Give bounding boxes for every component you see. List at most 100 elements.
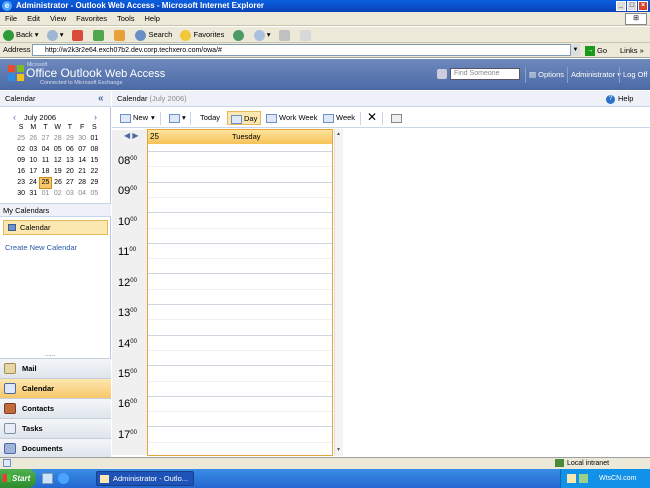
menu-file[interactable]: File xyxy=(0,12,22,26)
day-cell[interactable]: 01 xyxy=(88,133,100,144)
day-cell[interactable]: 24 xyxy=(27,177,39,188)
day-cell[interactable]: 03 xyxy=(27,144,39,155)
help-link[interactable]: ? Help xyxy=(606,94,633,104)
day-view-button[interactable]: Day xyxy=(227,111,262,125)
day-cell[interactable]: 04 xyxy=(39,144,51,155)
day-cell[interactable]: 05 xyxy=(52,144,64,155)
taskbar-item[interactable]: Administrator - Outlo... xyxy=(96,471,194,486)
day-cell[interactable]: 01 xyxy=(39,188,51,199)
options-link[interactable]: ▤ Options xyxy=(529,70,564,79)
day-cell[interactable]: 02 xyxy=(52,188,64,199)
day-cell[interactable]: 14 xyxy=(76,155,88,166)
search-button[interactable]: Search xyxy=(132,27,175,43)
close-button[interactable]: × xyxy=(638,1,648,11)
menu-edit[interactable]: Edit xyxy=(22,12,45,26)
day-cell[interactable]: 15 xyxy=(88,155,100,166)
nav-documents[interactable]: Documents xyxy=(0,438,111,457)
day-cell[interactable]: 18 xyxy=(39,166,51,177)
maximize-button[interactable]: □ xyxy=(627,1,637,11)
tray-icon[interactable] xyxy=(579,474,588,483)
show-desktop-icon[interactable] xyxy=(42,473,53,484)
day-cell[interactable]: 26 xyxy=(27,133,39,144)
calendar-list-item[interactable]: Calendar xyxy=(3,220,108,235)
edit-button[interactable] xyxy=(297,27,316,43)
day-cell[interactable]: 04 xyxy=(76,188,88,199)
nav-tasks[interactable]: Tasks xyxy=(0,418,111,438)
day-cell[interactable]: 28 xyxy=(52,133,64,144)
stop-button[interactable] xyxy=(69,27,88,43)
day-cell[interactable]: 21 xyxy=(76,166,88,177)
day-cell[interactable]: 30 xyxy=(15,188,27,199)
day-cell[interactable]: 29 xyxy=(64,133,76,144)
work-week-view-button[interactable]: Work Week xyxy=(263,111,320,125)
print-button[interactable] xyxy=(388,111,407,125)
start-button[interactable]: Start xyxy=(0,469,36,488)
day-cell[interactable]: 10 xyxy=(27,155,39,166)
new-button[interactable]: New xyxy=(117,111,151,125)
next-month-icon[interactable]: › xyxy=(94,112,97,122)
address-book-icon[interactable] xyxy=(437,69,447,79)
scroll-up-icon[interactable]: ▲ xyxy=(336,131,341,137)
nav-calendar[interactable]: Calendar xyxy=(0,378,111,398)
day-cell[interactable]: 30 xyxy=(76,133,88,144)
day-cell[interactable]: 31 xyxy=(27,188,39,199)
links-button[interactable]: Links » xyxy=(620,44,644,57)
menu-favorites[interactable]: Favorites xyxy=(71,12,112,26)
today-button[interactable]: Today xyxy=(197,111,223,125)
home-button[interactable] xyxy=(111,27,130,43)
day-cell[interactable]: 07 xyxy=(76,144,88,155)
history-button[interactable]: ▾ xyxy=(251,27,274,43)
nav-mail[interactable]: Mail xyxy=(0,358,111,378)
delete-icon[interactable]: ✕ xyxy=(364,110,380,124)
refresh-button[interactable] xyxy=(90,27,109,43)
day-cell[interactable]: 16 xyxy=(15,166,27,177)
address-dropdown-icon[interactable]: ▼ xyxy=(570,44,580,56)
day-cell[interactable]: 13 xyxy=(64,155,76,166)
day-cell[interactable]: 09 xyxy=(15,155,27,166)
day-cell[interactable]: 11 xyxy=(39,155,51,166)
collapse-pane-icon[interactable]: « xyxy=(98,93,104,104)
find-someone-input[interactable]: Find Someone xyxy=(450,68,520,80)
day-cell[interactable]: 27 xyxy=(39,133,51,144)
day-cell[interactable]: 02 xyxy=(15,144,27,155)
day-cell[interactable]: 26 xyxy=(52,177,64,188)
day-column[interactable] xyxy=(147,129,333,456)
selected-day-cell[interactable]: 25 xyxy=(38,176,53,189)
day-view-scrollbar[interactable]: ▲ ▼ xyxy=(334,129,343,456)
media-button[interactable] xyxy=(230,27,249,43)
tray-icon[interactable] xyxy=(567,474,576,483)
menu-tools[interactable]: Tools xyxy=(112,12,140,26)
new-dropdown-icon[interactable]: ▾ xyxy=(148,111,158,125)
next-day-icon[interactable]: ▶ xyxy=(132,131,138,140)
prev-day-icon[interactable]: ◀ xyxy=(124,131,130,140)
day-cell[interactable]: 12 xyxy=(52,155,64,166)
day-cell[interactable]: 19 xyxy=(52,166,64,177)
day-cell[interactable]: 03 xyxy=(64,188,76,199)
create-new-calendar-link[interactable]: Create New Calendar xyxy=(5,243,77,252)
menu-view[interactable]: View xyxy=(45,12,71,26)
scroll-down-icon[interactable]: ▼ xyxy=(336,447,341,453)
view-options-button[interactable]: ▾ xyxy=(166,111,189,125)
minimize-button[interactable]: _ xyxy=(616,1,626,11)
day-cell[interactable]: 17 xyxy=(27,166,39,177)
user-menu[interactable]: Administrator ▾ xyxy=(571,70,621,79)
back-button[interactable]: Back ▾ xyxy=(0,27,42,43)
day-cell[interactable]: 22 xyxy=(88,166,100,177)
prev-month-icon[interactable]: ‹ xyxy=(13,112,16,122)
day-cell[interactable]: 05 xyxy=(88,188,100,199)
forward-button[interactable]: ▾ xyxy=(44,27,67,43)
mail-button[interactable] xyxy=(276,27,295,43)
go-button[interactable]: → Go xyxy=(585,44,607,57)
nav-contacts[interactable]: Contacts xyxy=(0,398,111,418)
logoff-link[interactable]: Log Off xyxy=(623,70,647,79)
day-cell[interactable]: 27 xyxy=(64,177,76,188)
address-input[interactable]: http://w2k3r2e64.exch07b2.dev.corp.techx… xyxy=(32,44,580,56)
day-cell[interactable]: 20 xyxy=(64,166,76,177)
day-cell[interactable]: 23 xyxy=(15,177,27,188)
week-view-button[interactable]: Week xyxy=(320,111,358,125)
day-cell[interactable]: 28 xyxy=(76,177,88,188)
day-cell[interactable]: 29 xyxy=(88,177,100,188)
ie-quicklaunch-icon[interactable] xyxy=(58,473,69,484)
menu-help[interactable]: Help xyxy=(140,12,165,26)
day-cell[interactable]: 08 xyxy=(88,144,100,155)
